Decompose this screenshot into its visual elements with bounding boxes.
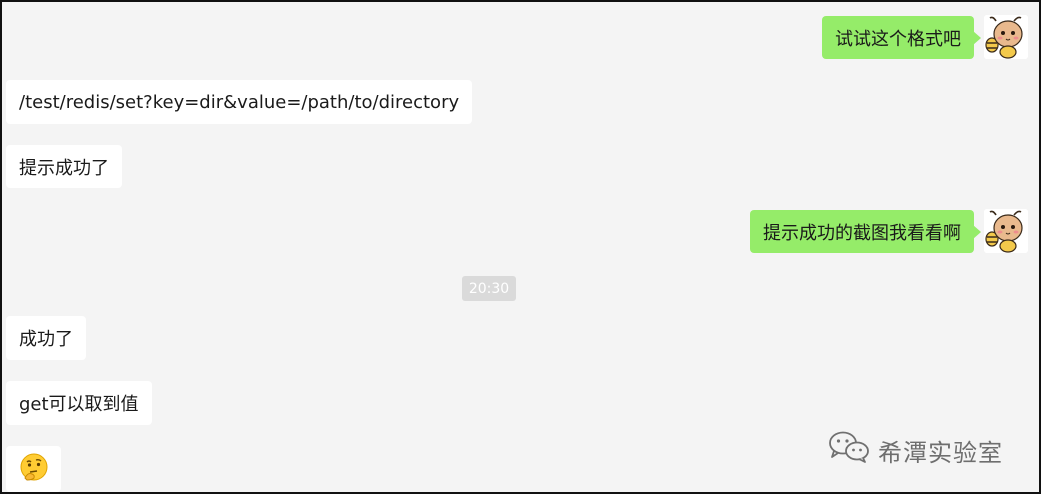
bee-avatar-icon[interactable] xyxy=(984,209,1028,253)
wechat-icon xyxy=(828,430,870,470)
incoming-message-bubble[interactable] xyxy=(6,446,61,492)
incoming-message-bubble[interactable]: 提示成功了 xyxy=(6,145,122,188)
message-text: get可以取到值 xyxy=(19,394,139,415)
message-text: 提示成功的截图我看看啊 xyxy=(763,222,961,244)
incoming-message-bubble[interactable]: 成功了 xyxy=(6,316,86,360)
message-text: /test/redis/set?key=dir&value=/path/to/d… xyxy=(19,91,460,113)
message-text: 成功了 xyxy=(19,329,73,350)
outgoing-message-bubble[interactable]: 试试这个格式吧 xyxy=(822,16,981,59)
message-text: 提示成功了 xyxy=(19,157,109,179)
watermark-text: 希潭实验室 xyxy=(878,438,1003,467)
incoming-message-bubble[interactable]: /test/redis/set?key=dir&value=/path/to/d… xyxy=(6,80,473,124)
message-timestamp: 20:30 xyxy=(462,276,516,301)
outgoing-message-bubble[interactable]: 提示成功的截图我看看啊 xyxy=(750,210,981,253)
bee-avatar-icon[interactable] xyxy=(984,15,1028,59)
incoming-message-bubble[interactable]: get可以取到值 xyxy=(6,381,152,425)
watermark: 希潭实验室 xyxy=(828,430,1003,470)
thinking-face-emoji xyxy=(19,452,49,487)
message-text: 试试这个格式吧 xyxy=(835,28,961,50)
chat-window: 试试这个格式吧 /test/redis/set?key=dir&value=/p… xyxy=(0,0,1041,494)
